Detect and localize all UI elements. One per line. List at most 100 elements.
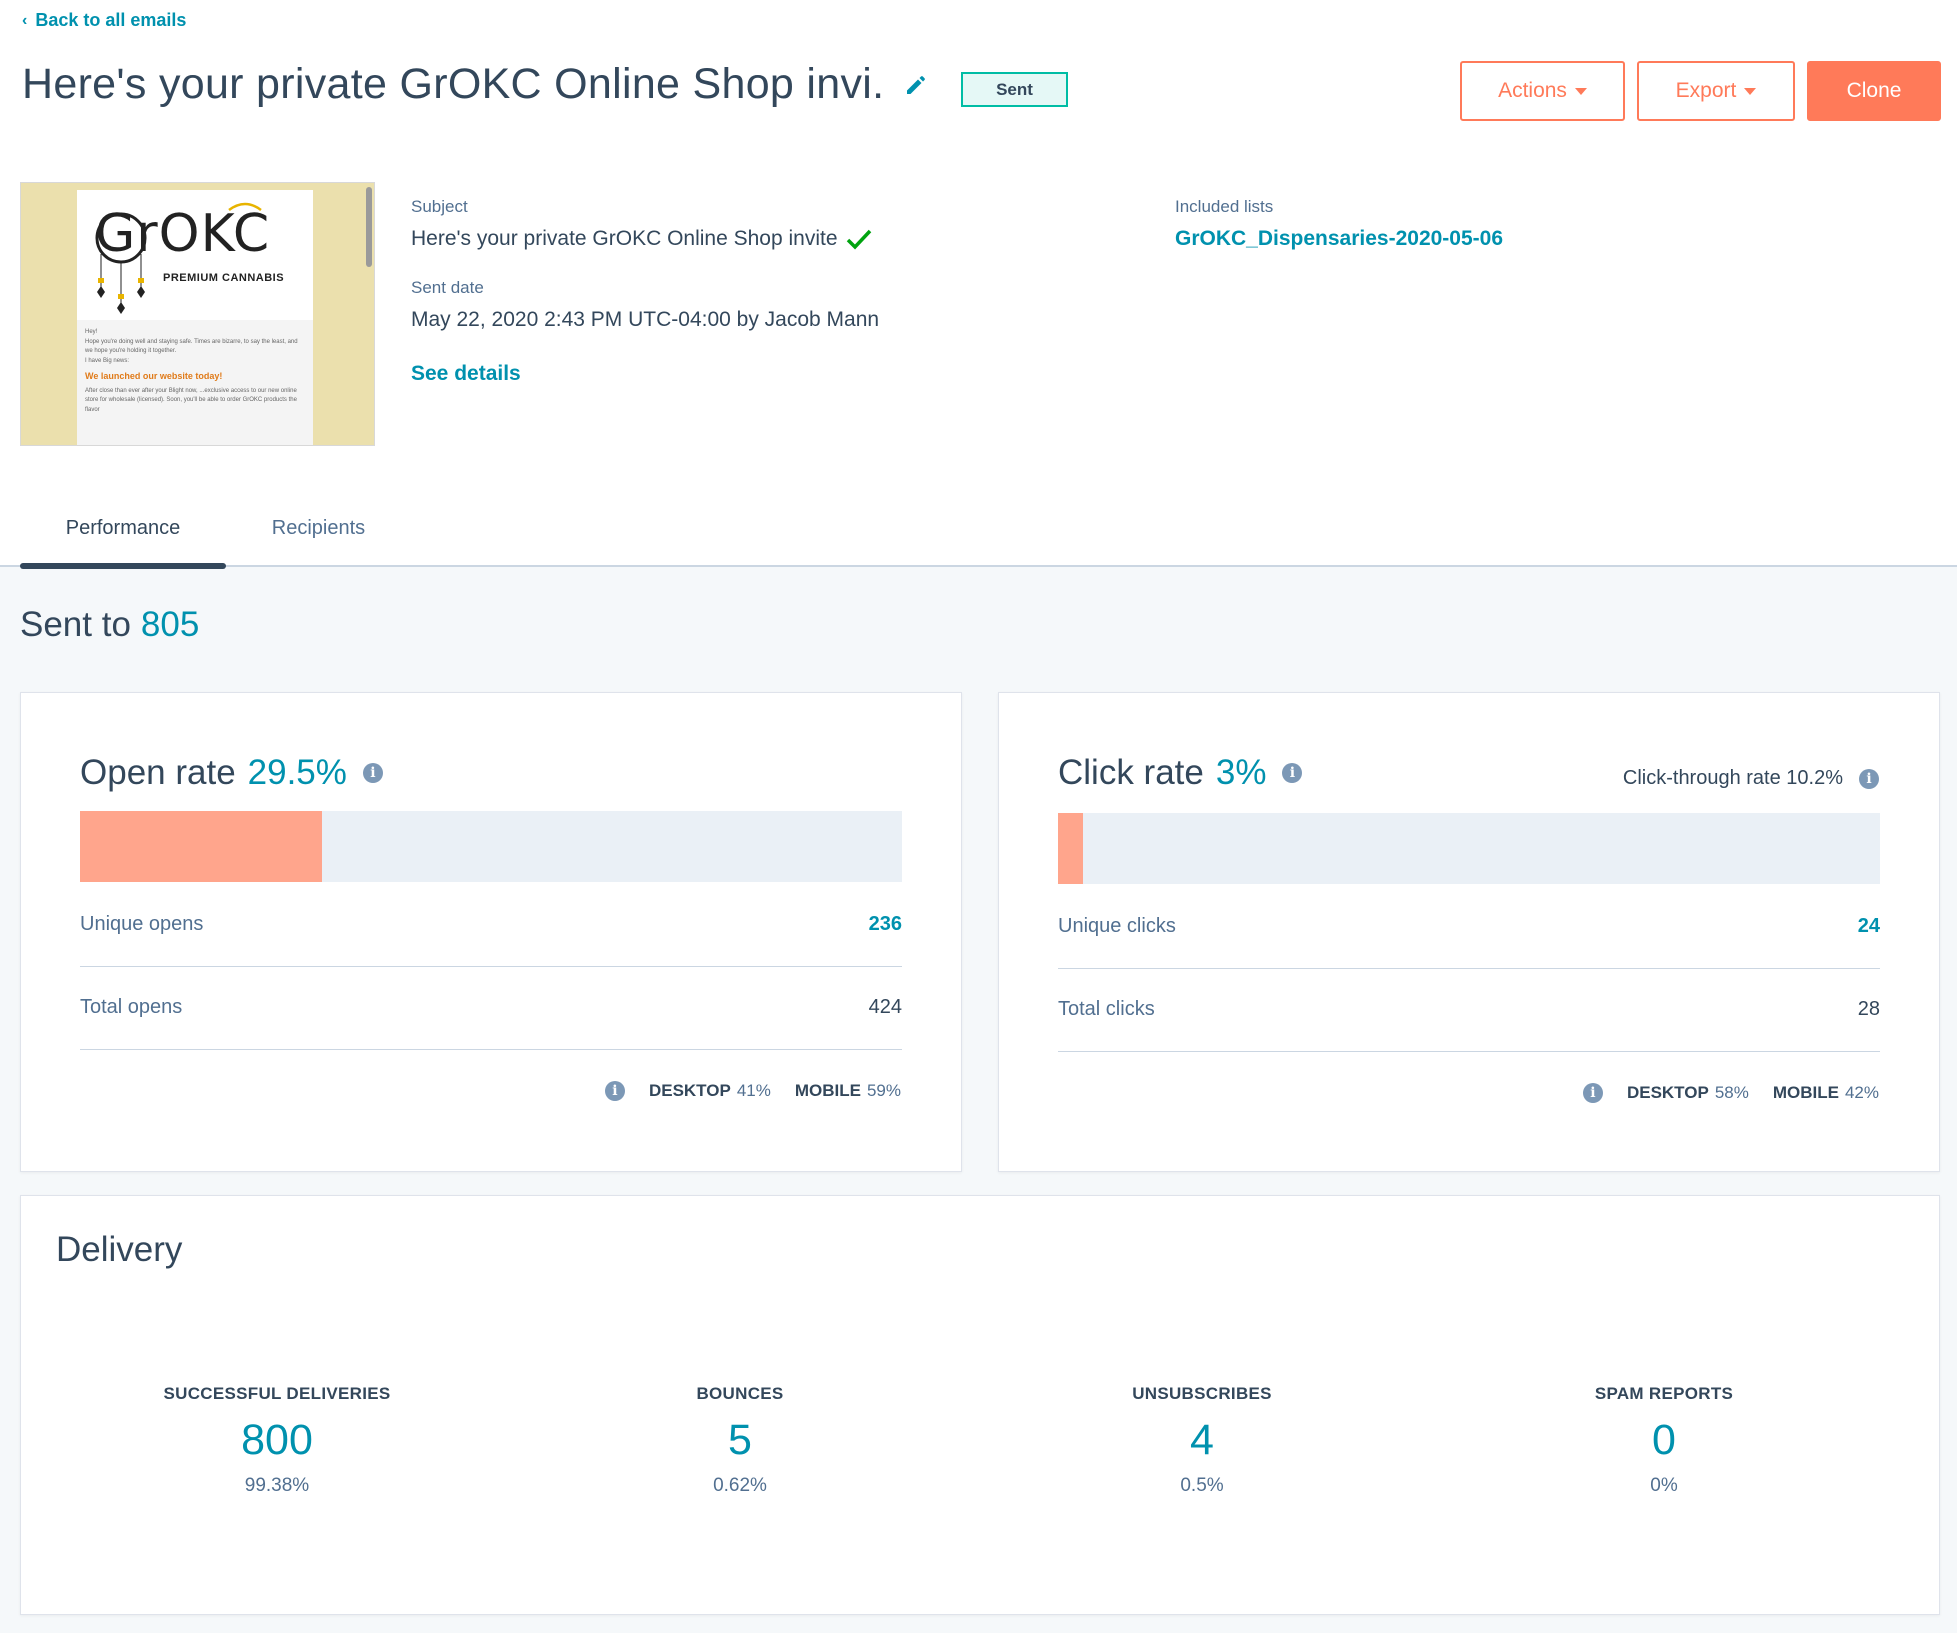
unique-opens-label: Unique opens bbox=[80, 913, 204, 935]
bounces-stat: BOUNCES 5 0.62% bbox=[580, 1384, 900, 1497]
pencil-icon[interactable] bbox=[904, 73, 928, 97]
brand-tagline: PREMIUM CANNABIS bbox=[163, 272, 285, 284]
unique-clicks-value[interactable]: 24 bbox=[1858, 915, 1880, 938]
preview-line-1: Hope you're doing well and staying safe.… bbox=[85, 338, 298, 355]
info-icon[interactable]: i bbox=[1282, 763, 1303, 783]
sent-date-label: Sent date bbox=[411, 278, 484, 297]
open-device-breakdown: i DESKTOP 41% MOBILE 59% bbox=[604, 1081, 901, 1101]
total-clicks-label: Total clicks bbox=[1058, 998, 1155, 1020]
spam-reports-stat: SPAM REPORTS 0 0% bbox=[1504, 1384, 1824, 1497]
desktop-label: DESKTOP bbox=[648, 1081, 731, 1100]
total-opens-label: Total opens bbox=[80, 996, 183, 1018]
click-through-rate-label: Click-through rate 10.2% bbox=[1622, 767, 1843, 789]
unique-clicks-label: Unique clicks bbox=[1058, 915, 1176, 937]
brand-logo: GrOKC PREMIUM CANNABIS bbox=[77, 190, 313, 320]
stat-label: BOUNCES bbox=[696, 1384, 784, 1403]
email-preview-thumbnail[interactable]: GrOKC PREMIUM CANNABIS Hey! Hope you're … bbox=[20, 182, 375, 446]
preview-line-2: I have Big news: bbox=[85, 357, 130, 364]
chevron-left-icon: ‹ bbox=[22, 11, 28, 29]
stat-value: 800 bbox=[241, 1416, 313, 1464]
total-clicks-row: Total clicks 28 bbox=[1058, 998, 1880, 1021]
click-device-breakdown: i DESKTOP 58% MOBILE 42% bbox=[1582, 1083, 1879, 1103]
click-rate-label: Click rate bbox=[1058, 753, 1204, 792]
click-rate-title: Click rate 3% i bbox=[1058, 753, 1303, 793]
row-divider bbox=[80, 966, 902, 967]
preview-line-3: After close than ever after your Blight … bbox=[85, 387, 297, 413]
click-rate-bar-fill bbox=[1058, 813, 1083, 884]
back-link-label: Back to all emails bbox=[35, 10, 187, 30]
export-button-label: Export bbox=[1675, 79, 1737, 102]
total-clicks-value: 28 bbox=[1857, 998, 1880, 1020]
subject-label: Subject bbox=[411, 197, 468, 216]
caret-down-icon bbox=[1574, 87, 1587, 95]
clone-button[interactable]: Clone bbox=[1807, 61, 1941, 121]
total-opens-value: 424 bbox=[868, 996, 902, 1018]
stat-value: 4 bbox=[1190, 1416, 1214, 1464]
row-divider bbox=[1058, 968, 1880, 969]
open-rate-value: 29.5% bbox=[247, 753, 347, 792]
tab-recipients[interactable]: Recipients bbox=[226, 505, 411, 552]
delivery-title: Delivery bbox=[56, 1230, 183, 1269]
tab-bar: Performance Recipients bbox=[20, 505, 411, 552]
caret-down-icon bbox=[1744, 87, 1757, 95]
clone-button-label: Clone bbox=[1846, 79, 1902, 102]
desktop-percent: 58% bbox=[1714, 1083, 1749, 1102]
back-to-all-emails-link[interactable]: ‹ Back to all emails bbox=[22, 10, 186, 31]
tab-performance[interactable]: Performance bbox=[20, 505, 226, 552]
halo-icon bbox=[228, 202, 262, 212]
actions-button[interactable]: Actions bbox=[1460, 61, 1625, 121]
included-list-link[interactable]: GrOKC_Dispensaries-2020-05-06 bbox=[1175, 227, 1503, 251]
info-icon[interactable]: i bbox=[1859, 768, 1879, 789]
info-icon[interactable]: i bbox=[362, 763, 383, 783]
brand-name: GrOKC bbox=[95, 204, 271, 264]
stat-label: SUCCESSFUL DELIVERIES bbox=[163, 1384, 391, 1403]
page-title: Here's your private GrOKC Online Shop in… bbox=[22, 60, 885, 108]
mobile-percent: 42% bbox=[1844, 1083, 1879, 1102]
title-row: Here's your private GrOKC Online Shop in… bbox=[22, 60, 928, 109]
sent-to-summary: Sent to 805 bbox=[20, 605, 199, 645]
unsubscribes-stat: UNSUBSCRIBES 4 0.5% bbox=[1042, 1384, 1362, 1497]
status-badge: Sent bbox=[961, 72, 1068, 107]
click-through-rate: Click-through rate 10.2% i bbox=[1623, 767, 1879, 790]
click-rate-value: 3% bbox=[1215, 753, 1267, 792]
unique-opens-value[interactable]: 236 bbox=[869, 913, 902, 936]
click-rate-bar bbox=[1058, 813, 1880, 884]
info-icon[interactable]: i bbox=[1582, 1083, 1603, 1103]
preview-headline: We launched our website today! bbox=[85, 371, 223, 382]
row-divider bbox=[80, 1049, 902, 1050]
check-icon bbox=[846, 229, 871, 250]
click-rate-card: Click rate 3% i Click-through rate 10.2%… bbox=[998, 692, 1940, 1172]
included-lists-label: Included lists bbox=[1175, 197, 1274, 216]
actions-button-label: Actions bbox=[1498, 79, 1567, 102]
info-icon[interactable]: i bbox=[604, 1081, 625, 1101]
unique-opens-row: Unique opens 236 bbox=[80, 913, 902, 936]
total-opens-row: Total opens 424 bbox=[80, 996, 902, 1019]
export-button[interactable]: Export bbox=[1637, 61, 1795, 121]
stat-percent: 0.62% bbox=[713, 1475, 767, 1496]
subject-value: Here's your private GrOKC Online Shop in… bbox=[411, 227, 838, 250]
stat-percent: 0.5% bbox=[1180, 1475, 1224, 1496]
mobile-label: MOBILE bbox=[794, 1081, 861, 1100]
see-details-link[interactable]: See details bbox=[411, 362, 521, 386]
open-rate-card: Open rate 29.5% i Unique opens 236 Total… bbox=[20, 692, 962, 1172]
stat-label: SPAM REPORTS bbox=[1594, 1384, 1734, 1403]
preview-scrollbar[interactable] bbox=[366, 187, 372, 267]
desktop-label: DESKTOP bbox=[1626, 1083, 1709, 1102]
desktop-percent: 41% bbox=[736, 1081, 771, 1100]
unique-clicks-row: Unique clicks 24 bbox=[1058, 915, 1880, 938]
mobile-label: MOBILE bbox=[1772, 1083, 1839, 1102]
email-preview-body: GrOKC PREMIUM CANNABIS Hey! Hope you're … bbox=[77, 190, 313, 445]
sent-to-label: Sent to bbox=[20, 605, 131, 644]
open-rate-bar-fill bbox=[80, 811, 323, 882]
open-rate-bar bbox=[80, 811, 902, 882]
open-rate-title: Open rate 29.5% i bbox=[80, 753, 383, 793]
tabs-divider bbox=[0, 565, 1957, 567]
stat-label: UNSUBSCRIBES bbox=[1132, 1384, 1272, 1403]
stat-value: 5 bbox=[728, 1416, 752, 1464]
active-tab-indicator bbox=[20, 563, 226, 569]
sent-to-count: 805 bbox=[140, 605, 200, 644]
stat-value: 0 bbox=[1652, 1416, 1676, 1464]
preview-greeting: Hey! bbox=[85, 329, 98, 335]
row-divider bbox=[1058, 1051, 1880, 1052]
open-rate-label: Open rate bbox=[80, 753, 236, 792]
